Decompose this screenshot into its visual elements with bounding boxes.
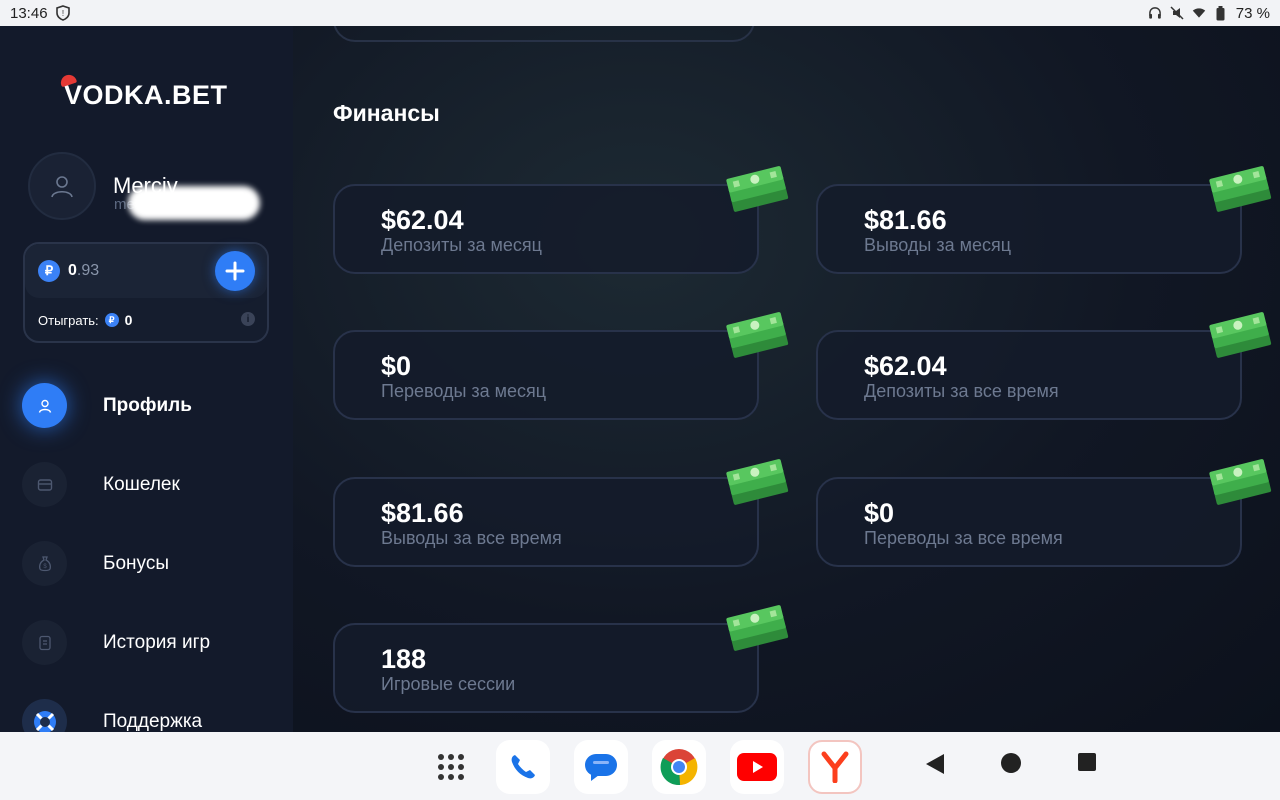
stat-card-withdrawals-month: $81.66 Выводы за месяц (816, 166, 1272, 274)
card-fragment (333, 26, 755, 42)
stat-value: $81.66 (864, 205, 947, 235)
cash-stack-icon (1209, 459, 1272, 505)
stat-value: $62.04 (381, 205, 464, 235)
balance-int: 0 (68, 262, 77, 279)
stat-label: Депозиты за месяц (381, 235, 542, 255)
svg-text:!: ! (61, 9, 63, 18)
money-bag-icon: $ (22, 541, 67, 586)
sidebar-item-label: Профиль (103, 394, 192, 416)
cash-stack-icon (726, 605, 789, 651)
mute-icon (1170, 6, 1184, 20)
wager-label: Отыграть: (38, 312, 99, 328)
sidebar-nav: Профиль Кошелек $ Бонусы История игр Под… (22, 366, 282, 732)
wager-row: Отыграть: ₽ 0 (38, 312, 132, 328)
balance-frac: .93 (76, 262, 100, 279)
svg-text:$: $ (43, 564, 47, 570)
home-icon[interactable] (1000, 752, 1022, 774)
youtube-icon[interactable] (730, 740, 784, 794)
avatar[interactable] (28, 152, 96, 220)
battery-percent: 73 % (1235, 4, 1270, 22)
deposit-button[interactable] (215, 251, 255, 291)
stat-card-deposits-month: $62.04 Депозиты за месяц (333, 166, 789, 274)
cash-stack-icon (726, 166, 789, 212)
lifebuoy-icon (22, 699, 67, 732)
stat-card-deposits-all-time: $62.04 Депозиты за все время (816, 312, 1272, 420)
android-navigation-bar (0, 732, 1280, 800)
yandex-icon[interactable] (808, 740, 862, 794)
wallet-widget: ₽ 0.93 Отыграть: ₽ 0 i (23, 242, 269, 343)
battery-icon (1214, 5, 1228, 20)
cash-stack-icon (726, 459, 789, 505)
user-icon (51, 176, 73, 198)
chrome-icon[interactable] (652, 740, 706, 794)
sidebar-item-label: Поддержка (103, 710, 203, 732)
sidebar-item-game-history[interactable]: История игр (22, 603, 282, 682)
logo-suffix: .BET (164, 80, 228, 110)
stat-card-transfers-all-time: $0 Переводы за все время (816, 459, 1272, 567)
cash-stack-icon (726, 312, 789, 358)
stat-label: Игровые сессии (381, 674, 516, 694)
cash-stack-icon (1209, 166, 1272, 212)
stat-card-game-sessions: 188 Игровые сессии (333, 605, 789, 713)
app-window: VODKA.BET Merciv me ₽ 0.93 Отыграть: ₽ 0 (0, 26, 1280, 732)
stat-value: $81.66 (381, 498, 464, 528)
section-title: Финансы (333, 100, 440, 126)
wifi-icon (1192, 6, 1206, 20)
ruble-coin-icon: ₽ (104, 313, 119, 327)
logo-text: VODKA (64, 80, 165, 110)
back-icon[interactable] (924, 752, 946, 776)
cash-stack-icon (1209, 312, 1272, 358)
wager-value: 0 (124, 312, 133, 328)
balance-row: ₽ 0.93 (25, 244, 267, 298)
stat-label: Выводы за месяц (864, 235, 1012, 255)
stat-card-withdrawals-all-time: $81.66 Выводы за все время (333, 459, 789, 567)
stat-label: Депозиты за все время (864, 381, 1059, 401)
user-profile: Merciv me (28, 152, 260, 220)
balance-value: 0.93 (68, 262, 99, 280)
status-time: 13:46 (10, 4, 48, 22)
brand-logo[interactable]: VODKA.BET (58, 72, 228, 111)
sidebar-item-label: Бонусы (103, 552, 169, 574)
stat-card-transfers-month: $0 Переводы за месяц (333, 312, 789, 420)
plus-icon (225, 261, 245, 281)
sidebar: VODKA.BET Merciv me ₽ 0.93 Отыграть: ₽ 0 (0, 26, 293, 732)
recents-icon[interactable] (1077, 752, 1097, 772)
stat-label: Переводы за все время (864, 528, 1063, 548)
sidebar-item-bonuses[interactable]: $ Бонусы (22, 524, 282, 603)
history-icon (22, 620, 67, 665)
stat-value: 188 (381, 644, 427, 674)
shield-icon: ! (55, 5, 70, 21)
status-bar: 13:46 ! 73 % (0, 0, 1280, 26)
redaction-blur (128, 186, 260, 220)
wallet-icon (22, 462, 67, 507)
sidebar-item-wallet[interactable]: Кошелек (22, 445, 282, 524)
user-icon (22, 383, 67, 428)
apps-grid-icon[interactable] (424, 740, 478, 794)
stat-value: $0 (381, 351, 412, 381)
ruble-coin-icon: ₽ (38, 260, 60, 282)
sidebar-item-profile[interactable]: Профиль (22, 366, 282, 445)
stat-label: Выводы за все время (381, 528, 562, 548)
messages-icon[interactable] (574, 740, 628, 794)
phone-icon[interactable] (496, 740, 550, 794)
sidebar-item-label: Кошелек (103, 473, 180, 495)
sidebar-item-support[interactable]: Поддержка (22, 682, 282, 732)
stat-value: $0 (864, 498, 895, 528)
info-icon[interactable]: i (241, 312, 255, 326)
sidebar-item-label: История игр (103, 631, 211, 653)
stat-label: Переводы за месяц (381, 381, 547, 401)
headphones-icon (1148, 6, 1162, 20)
stat-value: $62.04 (864, 351, 947, 381)
main-content: Финансы $62.04 Депозиты за месяц $81.66 … (293, 26, 1280, 732)
